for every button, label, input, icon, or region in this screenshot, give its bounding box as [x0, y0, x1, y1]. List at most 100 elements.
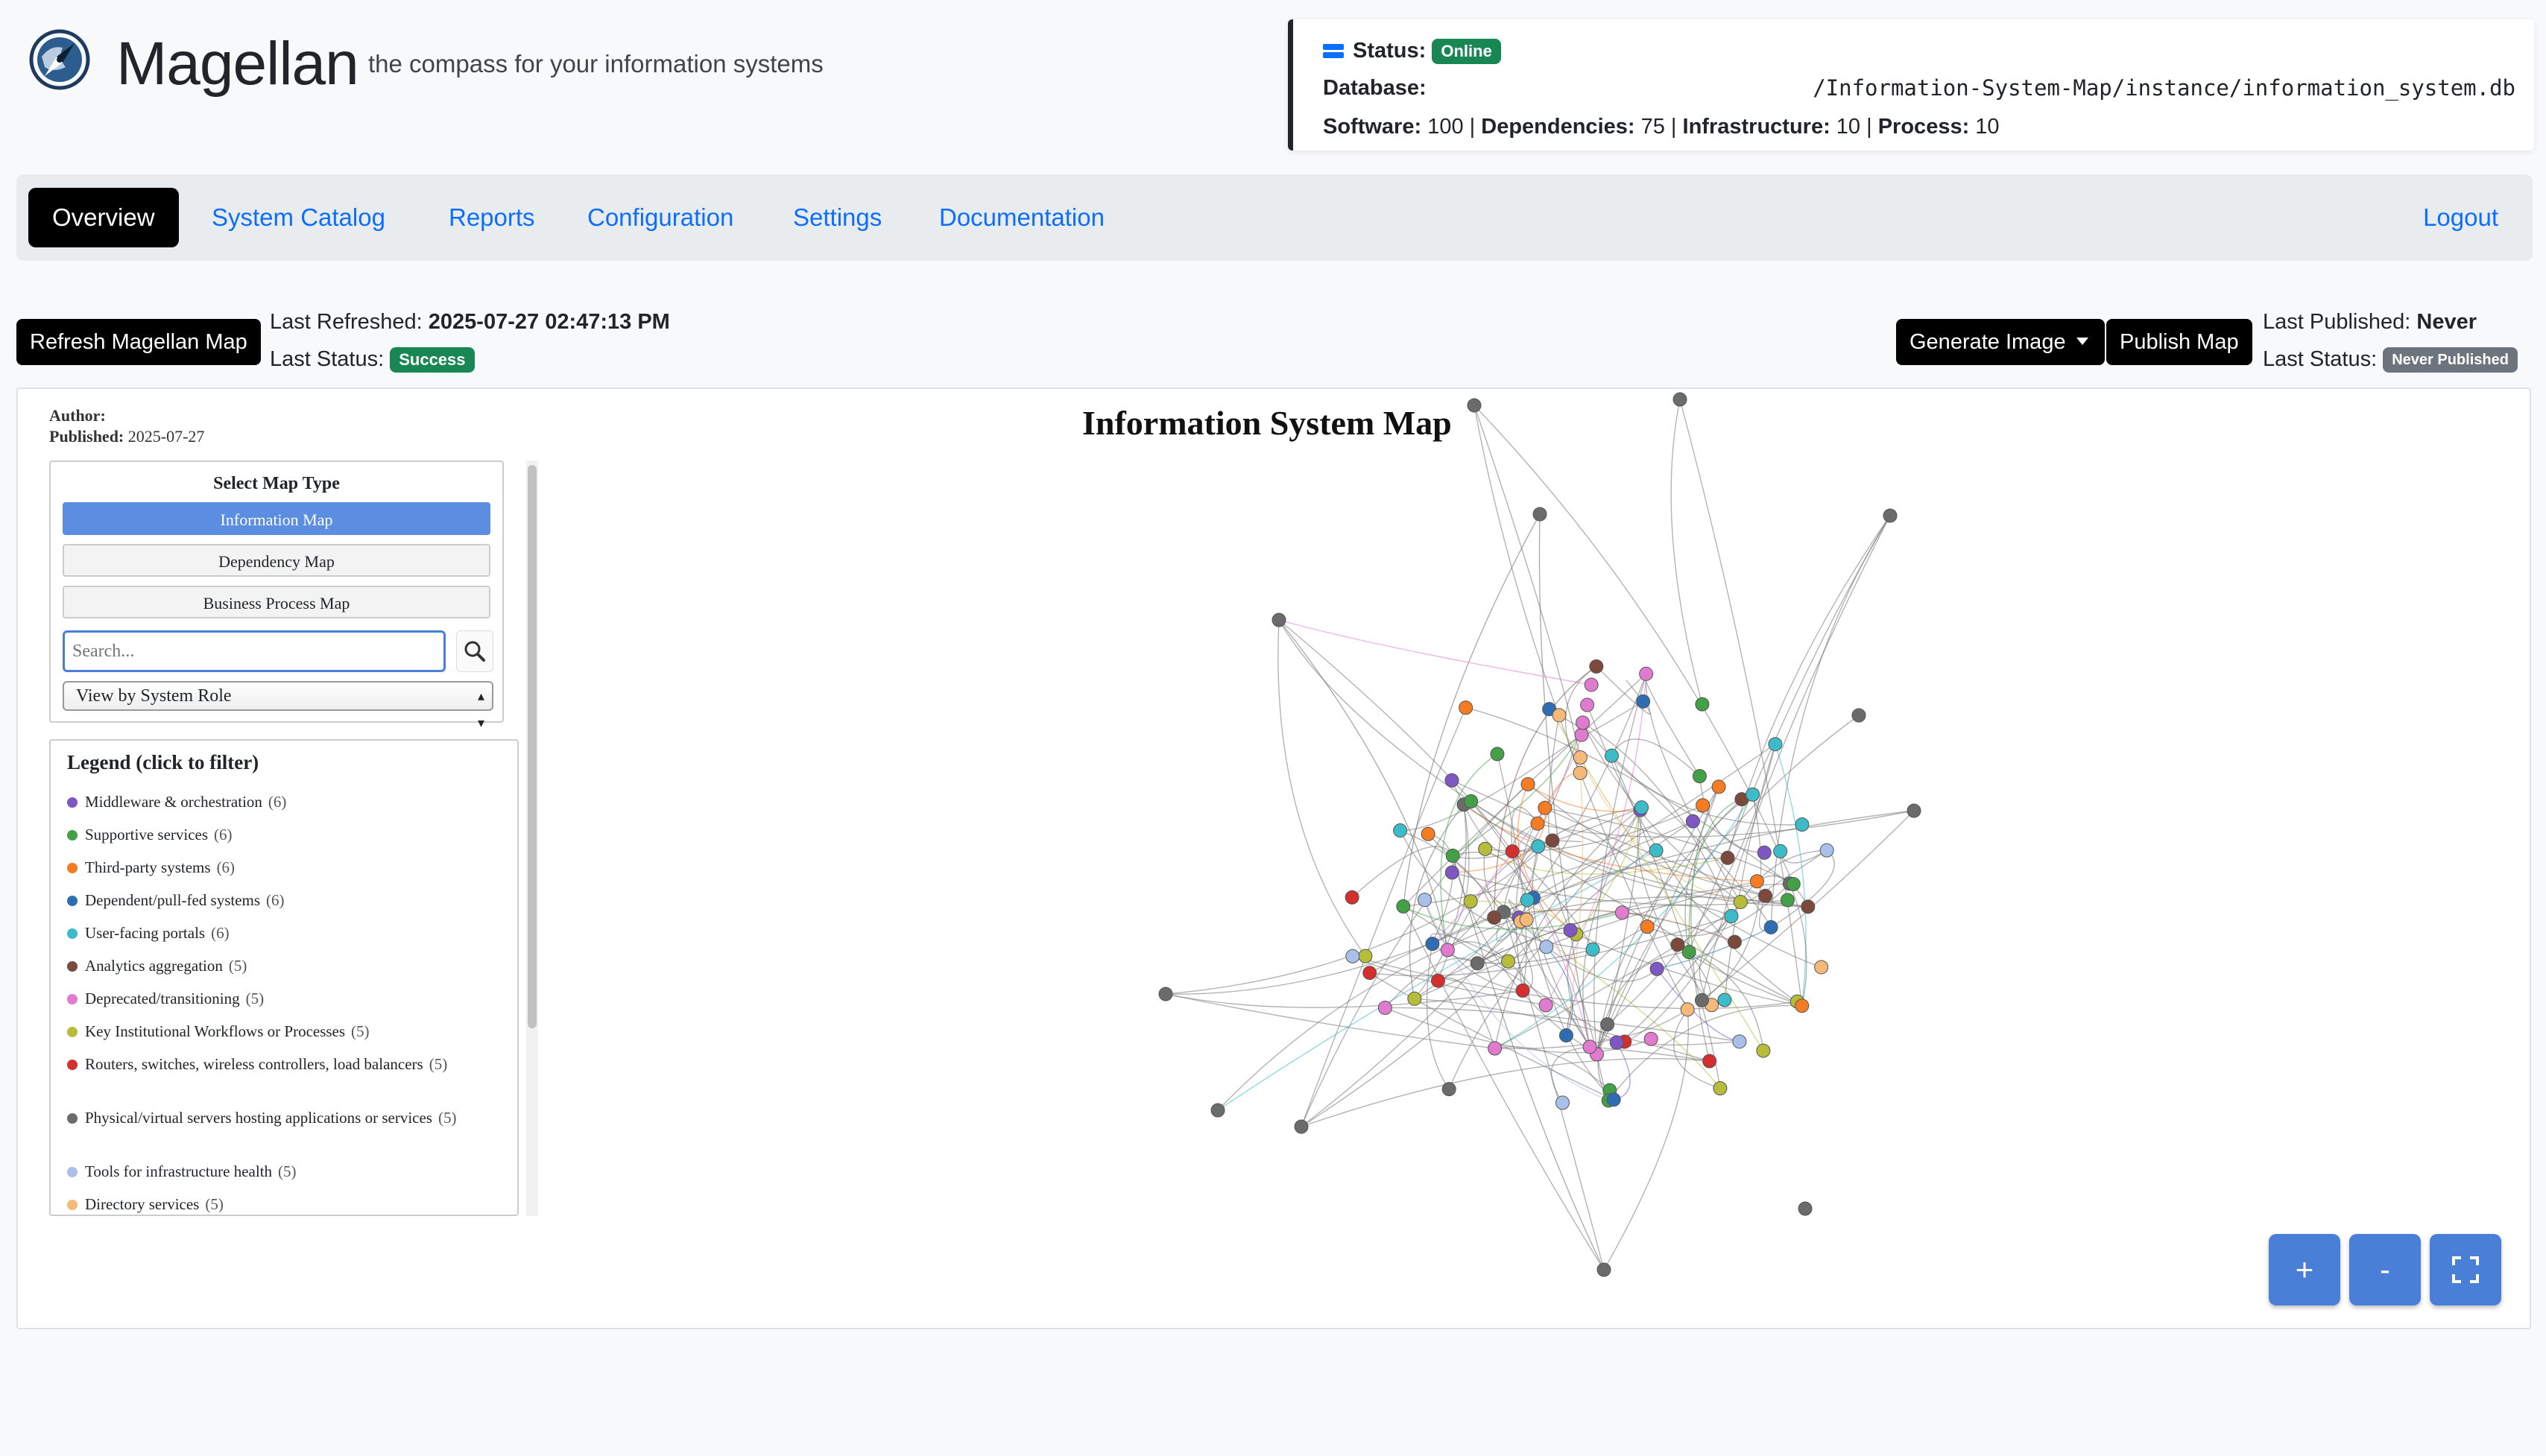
nav-reports[interactable]: Reports	[425, 188, 559, 247]
graph-node[interactable]	[1680, 1002, 1695, 1017]
legend-item[interactable]: Middleware & orchestration (6)	[67, 791, 492, 812]
graph-node[interactable]	[1749, 874, 1764, 889]
graph-node[interactable]	[1907, 803, 1921, 818]
graph-node[interactable]	[1589, 659, 1604, 674]
graph-node[interactable]	[1758, 888, 1773, 903]
graph-node[interactable]	[1210, 1103, 1225, 1118]
graph-node[interactable]	[1757, 845, 1772, 860]
graph-node[interactable]	[1713, 1080, 1728, 1095]
business-process-map-button[interactable]: Business Process Map	[63, 586, 490, 618]
legend-item[interactable]: Analytics aggregation (5)	[67, 955, 492, 976]
graph-node[interactable]	[1532, 507, 1547, 522]
graph-node[interactable]	[1694, 993, 1709, 1007]
search-button[interactable]	[456, 630, 493, 672]
graph-node[interactable]	[1606, 1092, 1621, 1107]
nav-overview[interactable]: Overview	[28, 188, 179, 247]
graph-node[interactable]	[1720, 850, 1735, 865]
graph-node[interactable]	[1670, 937, 1685, 952]
graph-node[interactable]	[1711, 779, 1726, 794]
graph-node[interactable]	[1634, 800, 1649, 815]
graph-node[interactable]	[1582, 1039, 1597, 1054]
graph-node[interactable]	[1538, 800, 1552, 815]
graph-node[interactable]	[1425, 937, 1440, 952]
graph-node[interactable]	[1702, 1054, 1717, 1069]
zoom-out-button[interactable]: -	[2349, 1234, 2421, 1305]
graph-node[interactable]	[1696, 798, 1711, 813]
graph-node[interactable]	[1463, 894, 1478, 909]
refresh-map-button[interactable]: Refresh Magellan Map	[16, 319, 261, 365]
graph-node[interactable]	[1272, 613, 1286, 627]
publish-map-button[interactable]: Publish Map	[2106, 319, 2252, 365]
graph-node[interactable]	[1464, 794, 1479, 808]
graph-node[interactable]	[1727, 934, 1742, 949]
graph-node[interactable]	[1539, 940, 1554, 955]
graph-node[interactable]	[1786, 876, 1801, 891]
graph-node[interactable]	[1393, 823, 1408, 838]
legend-item[interactable]: Supportive services (6)	[67, 824, 492, 845]
legend-item[interactable]: User-facing portals (6)	[67, 922, 492, 943]
graph-node[interactable]	[1585, 942, 1600, 957]
dependency-map-button[interactable]: Dependency Map	[63, 544, 490, 577]
legend-item[interactable]: Key Institutional Workflows or Processes…	[67, 1021, 492, 1042]
legend-scrollbar-thumb[interactable]	[528, 465, 537, 1028]
graph-node[interactable]	[1520, 893, 1535, 908]
graph-node[interactable]	[1470, 956, 1485, 971]
graph-node[interactable]	[1345, 949, 1360, 963]
graph-node[interactable]	[1519, 912, 1534, 927]
graph-node[interactable]	[1430, 973, 1445, 988]
graph-node[interactable]	[1573, 750, 1588, 765]
graph-node[interactable]	[1746, 787, 1760, 802]
graph-node[interactable]	[1604, 748, 1619, 763]
graph-node[interactable]	[1345, 890, 1359, 905]
nav-configuration[interactable]: Configuration	[563, 188, 757, 247]
search-input[interactable]	[63, 630, 446, 672]
graph-node[interactable]	[1377, 1001, 1392, 1016]
graph-node[interactable]	[1501, 954, 1516, 969]
graph-node[interactable]	[1681, 945, 1696, 960]
legend-item[interactable]: Routers, switches, wireless controllers,…	[67, 1054, 492, 1074]
graph-node[interactable]	[1596, 1262, 1611, 1277]
legend-item[interactable]: Directory services (5)	[67, 1194, 492, 1215]
graph-node[interactable]	[1768, 737, 1783, 752]
graph-node[interactable]	[1798, 1201, 1813, 1216]
graph-node[interactable]	[1488, 1041, 1503, 1056]
legend-item[interactable]: Dependent/pull-fed systems (6)	[67, 890, 492, 911]
graph-node[interactable]	[1773, 843, 1788, 858]
graph-node[interactable]	[1614, 905, 1629, 920]
graph-node[interactable]	[1600, 1017, 1615, 1032]
graph-node[interactable]	[1639, 666, 1654, 681]
graph-node[interactable]	[1717, 993, 1732, 1007]
graph-node[interactable]	[1490, 747, 1505, 762]
graph-node[interactable]	[1685, 814, 1700, 829]
graph-node[interactable]	[1756, 1043, 1771, 1058]
graph-node[interactable]	[1358, 949, 1373, 963]
graph-node[interactable]	[1467, 398, 1482, 413]
graph-node[interactable]	[1417, 893, 1432, 908]
graph-node[interactable]	[1487, 910, 1502, 925]
graph-node[interactable]	[1814, 960, 1829, 975]
graph-node[interactable]	[1580, 697, 1595, 712]
nav-logout[interactable]: Logout	[2399, 188, 2522, 247]
graph-node[interactable]	[1795, 817, 1810, 832]
graph-node[interactable]	[1530, 816, 1545, 831]
graph-node[interactable]	[1692, 769, 1707, 784]
nav-settings[interactable]: Settings	[769, 188, 906, 247]
fullscreen-button[interactable]	[2430, 1234, 2501, 1305]
graph-node[interactable]	[1801, 899, 1816, 914]
view-by-select[interactable]: View by System Role ▴ ▾	[63, 681, 493, 730]
graph-node[interactable]	[1407, 991, 1422, 1006]
legend-item[interactable]: Tools for infrastructure health (5)	[67, 1161, 492, 1182]
graph-node[interactable]	[1445, 848, 1460, 863]
graph-node[interactable]	[1421, 826, 1435, 841]
graph-node[interactable]	[1609, 1035, 1624, 1050]
graph-node[interactable]	[1643, 1031, 1658, 1046]
graph-node[interactable]	[1396, 899, 1411, 914]
graph-node[interactable]	[1515, 983, 1530, 998]
graph-node[interactable]	[1552, 708, 1567, 723]
graph-node[interactable]	[1555, 1095, 1570, 1110]
graph-node[interactable]	[1724, 908, 1739, 923]
nav-system-catalog[interactable]: System Catalog	[188, 188, 409, 247]
graph-node[interactable]	[1573, 765, 1588, 780]
graph-node[interactable]	[1520, 776, 1535, 791]
graph-node[interactable]	[1478, 841, 1493, 856]
